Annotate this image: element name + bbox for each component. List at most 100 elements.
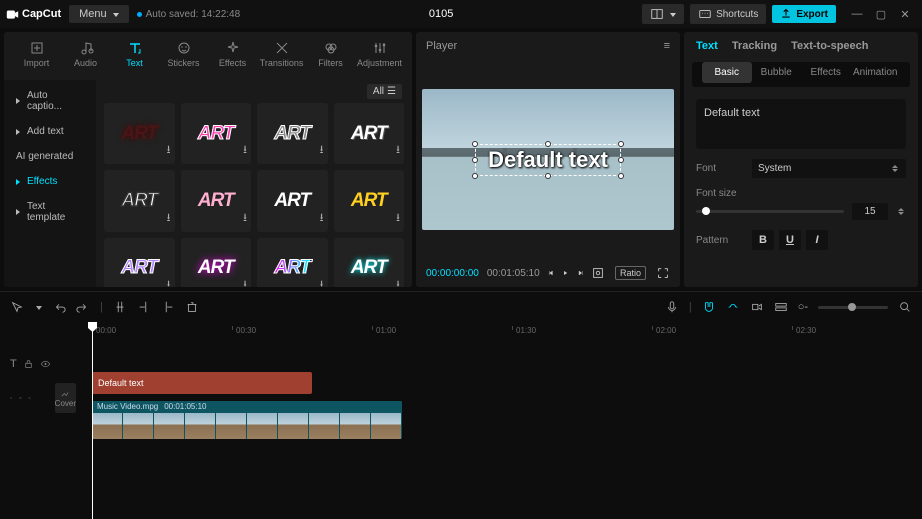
eye-icon[interactable]	[28, 391, 31, 405]
minimize-button[interactable]: —	[846, 5, 868, 23]
subtab-effects[interactable]: Effects	[801, 62, 851, 83]
delete-right-button[interactable]	[161, 300, 175, 314]
mic-button[interactable]	[665, 300, 679, 314]
preset-card[interactable]: ART⭳	[334, 170, 405, 231]
maximize-button[interactable]: ▢	[870, 5, 892, 23]
app-logo: CapCut	[6, 8, 61, 21]
preset-card[interactable]: ART⭳	[104, 170, 175, 231]
download-icon[interactable]: ⭳	[243, 276, 247, 287]
lock-icon[interactable]	[23, 357, 34, 371]
download-icon[interactable]: ⭳	[243, 209, 247, 228]
tab-filters[interactable]: Filters	[306, 36, 355, 80]
filter-all-button[interactable]: All ☰	[367, 84, 402, 99]
download-icon[interactable]: ⭳	[396, 276, 400, 287]
undo-button[interactable]	[52, 300, 66, 314]
text-overlay[interactable]: Default text	[475, 144, 621, 176]
playhead[interactable]	[92, 322, 93, 519]
fontsize-stepper[interactable]	[896, 208, 906, 215]
close-button[interactable]: ✕	[894, 5, 916, 23]
inspector-tab-text[interactable]: Text	[696, 40, 718, 52]
fullscreen-button[interactable]	[656, 266, 670, 280]
magnet-button[interactable]	[702, 300, 716, 314]
player-label: Player	[426, 40, 457, 52]
text-track-controls: T	[0, 350, 86, 378]
text-clip[interactable]: Default text	[92, 372, 312, 394]
timeline-ruler[interactable]: 00:00 00:30 01:00 01:30 02:00 02:30	[86, 322, 922, 344]
zoom-slider[interactable]	[818, 306, 888, 309]
text-content-input[interactable]	[696, 99, 906, 149]
link-button[interactable]	[726, 300, 740, 314]
preset-card[interactable]: ART⭳	[181, 238, 252, 287]
download-icon[interactable]: ⭳	[320, 276, 324, 287]
fontsize-value[interactable]: 15	[852, 203, 888, 220]
zoom-fit-button[interactable]	[898, 300, 912, 314]
tab-import[interactable]: Import	[12, 36, 61, 80]
sidebar-auto-captions[interactable]: Auto captio...	[8, 84, 92, 118]
export-button[interactable]: Export	[772, 5, 836, 23]
download-icon[interactable]: ⭳	[243, 141, 247, 160]
fontsize-label: Font size	[696, 188, 744, 199]
tab-transitions[interactable]: Transitions	[257, 36, 306, 80]
download-icon[interactable]: ⭳	[320, 209, 324, 228]
preview-canvas[interactable]: Default text	[422, 89, 674, 231]
preset-card[interactable]: ART⭳	[181, 103, 252, 164]
download-icon[interactable]: ⭳	[396, 209, 400, 228]
scale-icon[interactable]	[591, 266, 605, 280]
download-icon[interactable]: ⭳	[167, 141, 171, 160]
sidebar-effects[interactable]: Effects	[8, 170, 92, 193]
video-clip[interactable]: Music Video.mpg00:01:05:10	[92, 401, 402, 439]
sidebar-ai-generated[interactable]: AI generated	[8, 145, 92, 168]
download-icon[interactable]: ⭳	[396, 141, 400, 160]
inspector-tab-tracking[interactable]: Tracking	[732, 40, 777, 52]
eye-icon[interactable]	[40, 357, 51, 371]
preset-card[interactable]: ART⭳	[257, 170, 328, 231]
pointer-tool[interactable]	[10, 300, 24, 314]
ratio-button[interactable]: Ratio	[615, 266, 646, 280]
sidebar-add-text[interactable]: Add text	[8, 120, 92, 143]
preset-card[interactable]: ART⭳	[334, 103, 405, 164]
prev-frame-button[interactable]	[548, 266, 554, 280]
sidebar-text-template[interactable]: Text template	[8, 195, 92, 229]
inspector-tab-tts[interactable]: Text-to-speech	[791, 40, 868, 52]
tab-text[interactable]: Text	[110, 36, 159, 80]
download-icon[interactable]: ⭳	[167, 209, 171, 228]
mute-icon[interactable]	[10, 391, 13, 405]
redo-button[interactable]	[76, 300, 90, 314]
layout-button[interactable]	[642, 4, 684, 24]
delete-button[interactable]	[185, 300, 199, 314]
tab-audio[interactable]: Audio	[61, 36, 110, 80]
preset-card[interactable]: ART⭳	[104, 103, 175, 164]
zoom-out-button[interactable]: ○-	[798, 301, 808, 313]
preset-card[interactable]: ART⭳	[257, 238, 328, 287]
bold-button[interactable]: B	[752, 230, 774, 250]
preset-card[interactable]: ART⭳	[181, 170, 252, 231]
download-icon[interactable]: ⭳	[167, 276, 171, 287]
download-icon[interactable]: ⭳	[320, 141, 324, 160]
fontsize-slider[interactable]	[696, 210, 844, 213]
cover-button[interactable]: Cover	[55, 383, 76, 413]
delete-left-button[interactable]	[137, 300, 151, 314]
timecode-duration: 00:01:05:10	[487, 268, 540, 279]
preset-card[interactable]: ART⭳	[257, 103, 328, 164]
split-button[interactable]	[113, 300, 127, 314]
track-toggle[interactable]	[774, 300, 788, 314]
preview-toggle[interactable]	[750, 300, 764, 314]
next-frame-button[interactable]	[577, 266, 583, 280]
tab-adjustment[interactable]: Adjustment	[355, 36, 404, 80]
subtab-basic[interactable]: Basic	[702, 62, 752, 83]
font-select[interactable]: System	[752, 159, 906, 178]
italic-button[interactable]: I	[806, 230, 828, 250]
preset-card[interactable]: ART⭳	[104, 238, 175, 287]
subtab-animation[interactable]: Animation	[851, 62, 901, 83]
lock-icon[interactable]	[19, 391, 22, 405]
tab-stickers[interactable]: Stickers	[159, 36, 208, 80]
player-menu-icon[interactable]: ≡	[664, 40, 670, 52]
text-track-icon: T	[10, 358, 17, 370]
preset-card[interactable]: ART⭳	[334, 238, 405, 287]
menu-button[interactable]: Menu	[69, 5, 129, 23]
tab-effects[interactable]: Effects	[208, 36, 257, 80]
subtab-bubble[interactable]: Bubble	[752, 62, 802, 83]
shortcuts-button[interactable]: Shortcuts	[690, 4, 766, 24]
play-button[interactable]	[562, 266, 568, 280]
underline-button[interactable]: U	[779, 230, 801, 250]
